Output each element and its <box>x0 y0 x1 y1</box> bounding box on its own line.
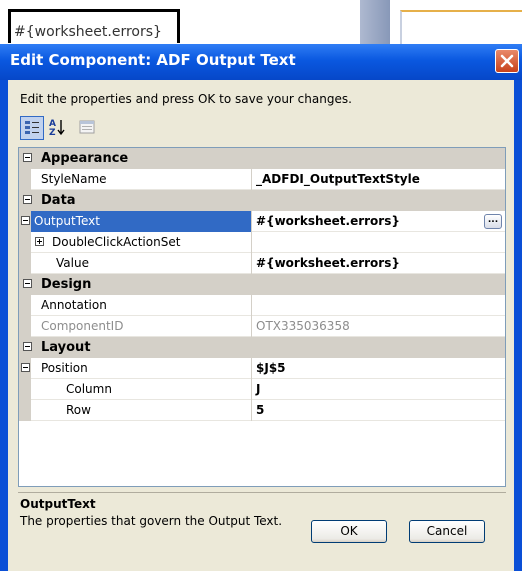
alphabetical-button[interactable]: A Z <box>46 116 70 140</box>
property-pages-button[interactable] <box>76 116 100 140</box>
property-name: Column <box>31 379 252 400</box>
property-value[interactable]: $J$5 <box>252 358 505 379</box>
worksheet-area: #{worksheet.errors} <box>0 0 522 44</box>
title-bar[interactable]: Edit Component: ADF Output Text <box>0 44 522 80</box>
category-appearance[interactable]: Appearance <box>19 148 505 169</box>
category-design[interactable]: Design <box>19 274 505 295</box>
property-value[interactable] <box>252 295 505 316</box>
grid-margin <box>19 358 31 379</box>
grid-margin <box>19 379 31 400</box>
grid-margin <box>19 169 31 190</box>
property-value[interactable]: J <box>252 379 505 400</box>
property-grid: Appearance StyleName _ADFDI_OutputTextSt… <box>18 147 506 487</box>
cancel-button[interactable]: Cancel <box>409 520 485 543</box>
close-icon <box>500 54 514 68</box>
collapse-icon[interactable] <box>23 195 32 204</box>
ok-button[interactable]: OK <box>311 520 387 543</box>
alphabetical-sort-icon: A Z <box>49 119 65 138</box>
grid-margin <box>19 295 31 316</box>
property-name: Position <box>31 358 252 379</box>
grid-margin <box>19 253 31 274</box>
svg-text:Z: Z <box>49 128 56 138</box>
property-value: OTX335036358 <box>256 319 350 333</box>
category-layout[interactable]: Layout <box>19 337 505 358</box>
grid-margin <box>19 400 31 421</box>
property-value[interactable] <box>252 232 505 253</box>
property-name: OutputText <box>31 211 252 232</box>
cell-text: #{worksheet.errors} <box>14 24 162 40</box>
property-row-value[interactable]: Value #{worksheet.errors} <box>19 253 505 274</box>
collapse-icon[interactable] <box>21 363 30 372</box>
categorized-button[interactable] <box>20 116 44 140</box>
property-name: Annotation <box>31 295 252 316</box>
description-title: OutputText <box>20 497 96 511</box>
dialog-title: Edit Component: ADF Output Text <box>10 51 296 69</box>
property-row-outputtext[interactable]: OutputText #{worksheet.errors} ... <box>19 211 505 232</box>
property-row-column[interactable]: Column J <box>19 379 505 400</box>
ellipsis-button[interactable]: ... <box>484 214 502 229</box>
property-row-doubleclickactionset[interactable]: DoubleClickActionSet <box>19 232 505 253</box>
property-name: ComponentID <box>31 316 252 337</box>
close-button[interactable] <box>495 49 519 73</box>
property-row-stylename[interactable]: StyleName _ADFDI_OutputTextStyle <box>19 169 505 190</box>
edit-component-dialog: Edit Component: ADF Output Text Edit the… <box>0 44 522 571</box>
collapse-icon[interactable] <box>23 279 32 288</box>
property-row-componentid[interactable]: ComponentID OTX335036358 <box>19 316 505 337</box>
description-text: The properties that govern the Output Te… <box>20 514 283 528</box>
property-name: StyleName <box>31 169 252 190</box>
collapse-icon[interactable] <box>23 342 32 351</box>
grid-margin <box>19 211 31 232</box>
property-row-row[interactable]: Row 5 <box>19 400 505 421</box>
dialog-client-area: Edit the properties and press OK to save… <box>8 80 514 571</box>
property-name: Value <box>31 253 252 274</box>
category-label: Data <box>41 193 76 208</box>
category-data[interactable]: Data <box>19 190 505 211</box>
category-label: Layout <box>41 340 91 355</box>
grid-margin <box>19 232 31 253</box>
property-row-annotation[interactable]: Annotation <box>19 295 505 316</box>
property-row-position[interactable]: Position $J$5 <box>19 358 505 379</box>
column-header-bar <box>360 0 390 44</box>
category-label: Appearance <box>41 151 129 166</box>
property-pages-icon <box>79 120 95 134</box>
property-value[interactable]: #{worksheet.errors} <box>252 211 505 232</box>
categorized-view-icon <box>25 121 39 134</box>
collapse-icon[interactable] <box>21 216 30 225</box>
category-label: Design <box>41 277 92 292</box>
expand-icon[interactable] <box>35 237 44 246</box>
property-value[interactable]: _ADFDI_OutputTextStyle <box>252 169 505 190</box>
grid-margin <box>19 316 31 337</box>
property-value[interactable]: 5 <box>252 400 505 421</box>
worksheet-cell-area <box>400 10 522 44</box>
property-name: DoubleClickActionSet <box>49 232 252 253</box>
property-value[interactable]: #{worksheet.errors} <box>252 253 505 274</box>
instructions-text: Edit the properties and press OK to save… <box>20 92 352 106</box>
collapse-icon[interactable] <box>23 153 32 162</box>
property-name: Row <box>31 400 252 421</box>
